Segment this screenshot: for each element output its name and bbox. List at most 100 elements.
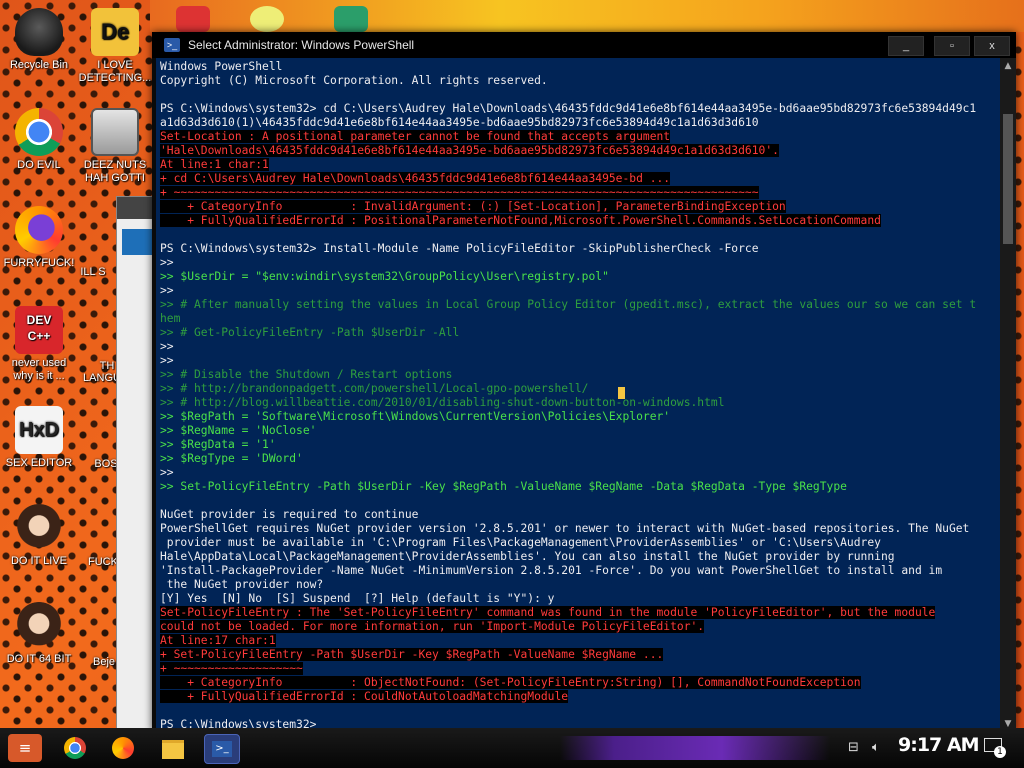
desktop-icon-label: DO EVIL — [17, 159, 61, 171]
desktop-icon-furryfuck[interactable]: FURRYFUCK! — [0, 206, 78, 270]
console-line-text: + ~~~~~~~~~~~~~~~~~~~~~~~~~~~~~~~~~~~~~~… — [160, 186, 759, 199]
console-line-text: Copyright (C) Microsoft Corporation. All… — [160, 74, 548, 87]
console-line: >> $UserDir = "$env:windir\system32\Grou… — [160, 270, 609, 284]
detective-app-icon: De — [91, 8, 139, 56]
chrome-icon — [15, 108, 63, 156]
window-titlebar[interactable]: >_ Select Administrator: Windows PowerSh… — [152, 32, 1016, 58]
console-line-text: >> # Disable the Shutdown / Restart opti… — [160, 368, 453, 381]
close-button[interactable]: x — [974, 36, 1010, 56]
console-output[interactable]: Windows PowerShell Copyright (C) Microsof… — [156, 58, 1000, 732]
network-icon[interactable]: ⊟ — [848, 740, 859, 755]
console-line-text: + cd C:\Users\Audrey Hale\Downloads\4643… — [160, 172, 671, 185]
desktop-icon-do-it-64-bit[interactable]: DO IT 64 BIT — [0, 602, 78, 666]
console-line: + ~~~~~~~~~~~~~~~~~~~ — [160, 662, 303, 676]
portrait-icon — [15, 504, 63, 552]
desktop-icon-label: SEX EDITOR — [5, 457, 73, 469]
console-line: + CategoryInfo : InvalidArgument: (:) [S… — [160, 200, 786, 214]
notifications-icon[interactable]: 1 — [984, 738, 1006, 758]
desktop-icon-label: ILL S — [80, 266, 106, 278]
console-line: hem — [160, 312, 180, 326]
console-line: Set-Location : A positional parameter ca… — [160, 130, 671, 144]
console-line-text: >> — [160, 284, 174, 297]
desktop-icon-label: FURRYFUCK! — [3, 257, 75, 269]
console-line-text: >> $UserDir = "$env:windir\system32\Grou… — [160, 270, 609, 283]
console-line: PowerShellGet requires NuGet provider ve… — [160, 522, 969, 536]
desktop-icon-do-it-live[interactable]: DO IT LIVE — [0, 504, 78, 568]
vertical-scrollbar[interactable]: ▲ ▼ — [1000, 58, 1016, 732]
console-line-text: >> — [160, 256, 174, 269]
console-line: Copyright (C) Microsoft Corporation. All… — [160, 74, 548, 88]
console-line: At line:1 char:1 — [160, 158, 269, 172]
maximize-button[interactable]: ▫ — [934, 36, 970, 56]
partial-desktop-icon[interactable]: ILL S — [68, 266, 118, 279]
console-line-text: >> $RegPath = 'Software\Microsoft\Window… — [160, 410, 671, 423]
scroll-up-icon[interactable]: ▲ — [1000, 58, 1016, 74]
desktop-icon-i-love-detecting[interactable]: De I LOVE DETECTING... — [76, 8, 154, 85]
console-line: + cd C:\Users\Audrey Hale\Downloads\4643… — [160, 172, 671, 186]
hxd-icon: HxD — [15, 406, 63, 454]
desktop-wallpaper-top — [150, 0, 1024, 32]
console-line-text: + FullyQualifiedErrorId : CouldNotAutolo… — [160, 690, 569, 703]
desktop-icon-label: DEEZ NUTS HAH GOTTI — [83, 159, 147, 184]
console-line: >> — [160, 340, 174, 354]
file-explorer-icon[interactable] — [156, 734, 190, 762]
background-window-titlebar[interactable] — [117, 197, 157, 219]
console-line: 'Install-PackageProvider -Name NuGet -Mi… — [160, 564, 942, 578]
console-line-text: provider must be available in 'C:\Progra… — [160, 536, 881, 549]
console-line-text: >> # http://brandonpadgett.com/powershel… — [160, 382, 589, 395]
window-title: Select Administrator: Windows PowerShell — [188, 38, 415, 52]
notification-count: 1 — [994, 746, 1006, 758]
console-line: the NuGet provider now? — [160, 578, 323, 592]
console-line-text: + FullyQualifiedErrorId : PositionalPara… — [160, 214, 881, 227]
desktop-icon-recycle-bin[interactable]: Recycle Bin — [0, 8, 78, 72]
console-line-text: the NuGet provider now? — [160, 578, 324, 591]
console-line: >> $RegData = '1' — [160, 438, 276, 452]
console-line: >> — [160, 284, 174, 298]
console-line: >> — [160, 354, 174, 368]
console-line-text: + CategoryInfo : InvalidArgument: (:) [S… — [160, 200, 786, 213]
console-line-text: At line:17 char:1 — [160, 634, 276, 647]
taskbar-clock[interactable]: 9:17 AM — [898, 734, 979, 756]
powershell-icon[interactable]: >_ — [204, 734, 240, 764]
taskbar: ≡ >_ ⊟ 🔈︎ 9:17 AM 1 — [0, 728, 1024, 768]
console-line-text: Windows PowerShell — [160, 60, 283, 73]
desktop-icon-label: never used why is it ... — [11, 357, 67, 382]
volume-icon[interactable]: 🔈︎ — [872, 740, 880, 755]
console-line-text: 'Install-PackageProvider -Name NuGet -Mi… — [160, 564, 943, 577]
console-line-text: >> $RegName = 'NoClose' — [160, 424, 317, 437]
start-button-icon[interactable]: ≡ — [8, 734, 42, 762]
console-line-text: >> — [160, 354, 174, 367]
console-line-text: Hale\AppData\Local\PackageManagement\Pro… — [160, 550, 895, 563]
desktop-icon-devcpp[interactable]: DEV C++ never used why is it ... — [0, 306, 78, 383]
chrome-icon[interactable] — [58, 734, 92, 762]
desktop-icon-do-evil[interactable]: DO EVIL — [0, 108, 78, 172]
console-line-text: [Y] Yes [N] No [S] Suspend [?] Help (def… — [160, 592, 555, 605]
console-line-text: PS C:\Windows\system32> cd C:\Users\Audr… — [160, 102, 977, 115]
powershell-icon: >_ — [164, 38, 180, 52]
console-line: >> # After manually setting the values i… — [160, 298, 976, 312]
powershell-window[interactable]: >_ Select Administrator: Windows PowerSh… — [152, 32, 1016, 732]
desktop-icon-label: I LOVE DETECTING... — [78, 59, 152, 84]
minimize-button[interactable]: _ — [888, 36, 924, 56]
console-line-text: 'Hale\Downloads\46435fddc9d41e6e8bf614e4… — [160, 144, 779, 157]
console-line-text: a1d63d3d610(1)\46435fddc9d41e6e8bf614e44… — [160, 116, 759, 129]
console-line-text: Set-Location : A positional parameter ca… — [160, 130, 671, 143]
console-line-text: hem — [160, 312, 181, 325]
console-line: >> Set-PolicyFileEntry -Path $UserDir -K… — [160, 480, 847, 494]
console-line: >> # http://blog.willbeattie.com/2010/01… — [160, 396, 725, 410]
console-line: >> $RegPath = 'Software\Microsoft\Window… — [160, 410, 670, 424]
devcpp-icon: DEV C++ — [15, 306, 63, 354]
console-line: + ~~~~~~~~~~~~~~~~~~~~~~~~~~~~~~~~~~~~~~… — [160, 186, 759, 200]
desktop-icon-deez-nuts[interactable]: DEEZ NUTS HAH GOTTI — [76, 108, 154, 185]
shortcut-icon — [91, 108, 139, 156]
console-line-text: >> — [160, 340, 174, 353]
console-line-text: + Set-PolicyFileEntry -Path $UserDir -Ke… — [160, 648, 664, 661]
firefox-icon[interactable] — [106, 734, 140, 762]
desktop-icon-sex-editor[interactable]: HxD SEX EDITOR — [0, 406, 78, 470]
console-line-text: At line:1 char:1 — [160, 158, 269, 171]
console-line: provider must be available in 'C:\Progra… — [160, 536, 881, 550]
recycle-bin-icon — [15, 8, 63, 56]
scrollbar-thumb[interactable] — [1003, 114, 1013, 244]
partial-icon — [250, 6, 284, 32]
console-line-text: PS C:\Windows\system32> Install-Module -… — [160, 242, 759, 255]
